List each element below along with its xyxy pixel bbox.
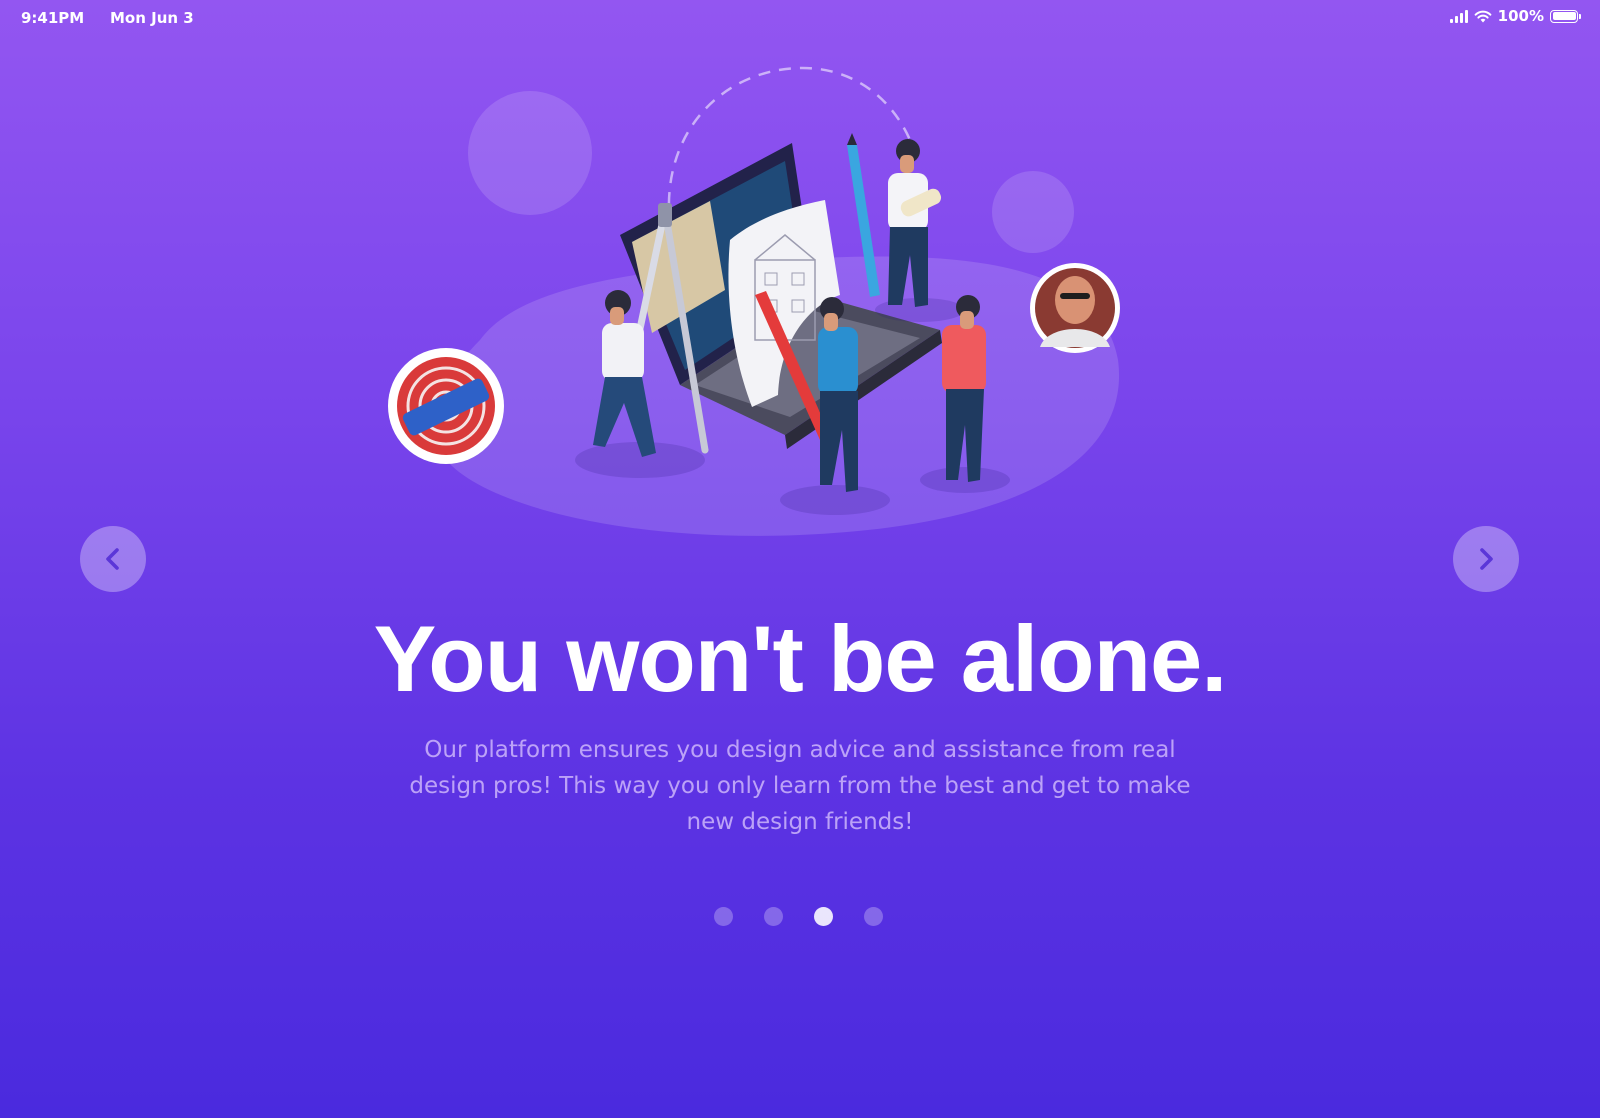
brand-logo-badge (388, 348, 504, 464)
decorative-bubble (992, 171, 1074, 253)
pagination-dot[interactable] (864, 907, 883, 926)
status-time: 9:41PM (21, 9, 85, 27)
chevron-left-icon (106, 548, 119, 570)
next-slide-button[interactable] (1453, 526, 1519, 592)
pagination-dot[interactable] (764, 907, 783, 926)
wifi-icon (1474, 10, 1492, 22)
chevron-right-icon (1480, 548, 1493, 570)
onboarding-description: Our platform ensures you design advice a… (409, 737, 1191, 835)
pagination-dot-active[interactable] (814, 907, 833, 926)
hero-illustration (388, 66, 1120, 536)
battery-percent: 100% (1497, 7, 1544, 25)
pagination-dots (714, 907, 883, 926)
battery-icon (1550, 9, 1581, 23)
onboarding-title: You won't be alone. (373, 606, 1228, 711)
status-bar: 9:41PM Mon Jun 3 100% (0, 0, 1600, 34)
pagination-dot[interactable] (714, 907, 733, 926)
user-avatar (1030, 263, 1120, 353)
status-indicators: 100% (1449, 7, 1581, 25)
status-date: Mon Jun 3 (110, 9, 194, 27)
previous-slide-button[interactable] (80, 526, 146, 592)
decorative-bubble (468, 91, 592, 215)
signal-icon (1449, 9, 1468, 23)
